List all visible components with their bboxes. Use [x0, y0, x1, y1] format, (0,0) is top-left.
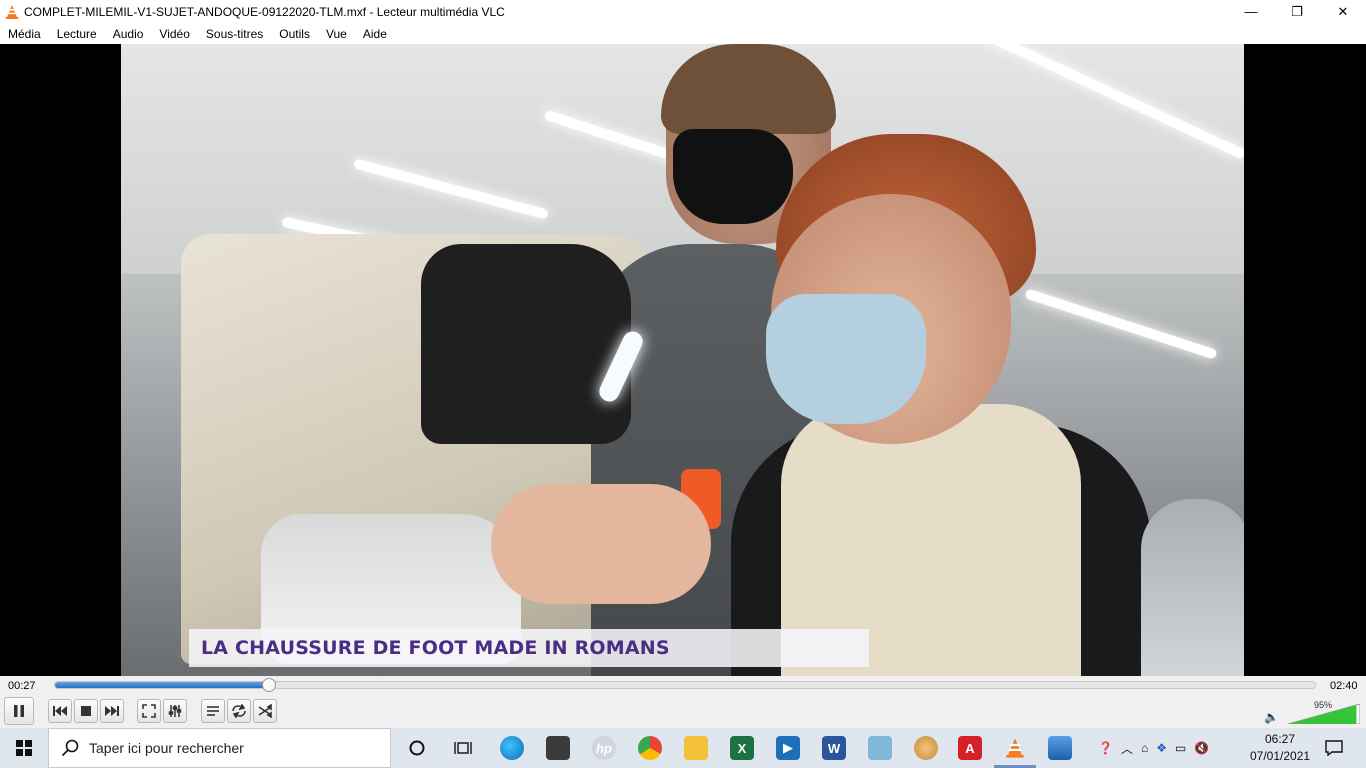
vlc-cone-icon [5, 4, 19, 19]
vlc-cone-icon [1006, 738, 1024, 758]
acrobat-icon[interactable]: A [958, 736, 982, 760]
file-explorer-icon[interactable] [684, 736, 708, 760]
sewing-machine-head [421, 244, 631, 444]
menu-lecture[interactable]: Lecture [49, 27, 105, 41]
dropbox-icon[interactable]: ❖ [1156, 741, 1167, 755]
hands [491, 484, 711, 604]
windows-logo-icon [16, 740, 32, 756]
edge-browser-icon[interactable] [500, 736, 524, 760]
menu-sous-titres[interactable]: Sous-titres [198, 27, 271, 41]
close-button[interactable]: ✕ [1320, 0, 1366, 23]
speaker-icon[interactable]: 🔈 [1264, 710, 1279, 724]
menu-vue[interactable]: Vue [318, 27, 355, 41]
battery-icon[interactable]: ▭ [1175, 741, 1186, 755]
black-mask [673, 129, 793, 224]
stop-button[interactable] [74, 699, 98, 723]
volume-slider[interactable] [1288, 704, 1360, 724]
help-icon[interactable]: ❓ [1098, 741, 1113, 755]
surgical-mask [766, 294, 926, 424]
notifications-button[interactable] [1322, 736, 1346, 760]
app-icon[interactable] [868, 736, 892, 760]
fullscreen-icon [142, 704, 156, 718]
excel-icon[interactable]: X [730, 736, 754, 760]
shuffle-icon [258, 704, 272, 718]
maximize-button[interactable]: ❐ [1274, 0, 1320, 23]
clock-time: 06:27 [1264, 732, 1296, 746]
seek-handle[interactable] [262, 678, 277, 692]
fullscreen-button[interactable] [137, 699, 161, 723]
player-controls: 00:27 02:40 🔈 95% [0, 676, 1366, 728]
taskbar-search-box[interactable]: Taper ici pour rechercher [48, 728, 391, 768]
video-frame[interactable] [121, 44, 1244, 676]
pause-button[interactable] [4, 697, 34, 725]
window-titlebar: COMPLET-MILEMIL-V1-SUJET-ANDOQUE-0912202… [0, 0, 1366, 23]
menu-video[interactable]: Vidéo [151, 27, 197, 41]
clock-date: 07/01/2021 [1250, 749, 1311, 763]
seek-bar[interactable] [54, 678, 1316, 692]
cortana-circle-icon [409, 740, 425, 756]
meet-now-icon[interactable]: ⌂ [1141, 741, 1148, 755]
next-icon [105, 706, 119, 716]
volume-control[interactable]: 🔈 95% [1262, 700, 1362, 726]
notification-icon [1325, 740, 1343, 756]
playlist-icon [207, 706, 219, 716]
task-view-icon [454, 742, 472, 754]
extended-settings-button[interactable] [163, 699, 187, 723]
elapsed-time[interactable]: 00:27 [8, 680, 36, 692]
start-button[interactable] [0, 728, 48, 768]
system-tray: ❓ ︿ ⌂ ❖ ▭ 🔇 [1098, 728, 1209, 768]
previous-icon [53, 706, 67, 716]
search-icon [61, 739, 79, 757]
chevron-up-icon[interactable]: ︿ [1121, 740, 1133, 757]
hp-icon[interactable]: hp [592, 736, 616, 760]
taskbar-clock[interactable]: 06:27 07/01/2021 [1250, 731, 1310, 765]
media-player-icon[interactable]: ▶ [776, 736, 800, 760]
ceiling-light [1024, 288, 1218, 360]
stop-icon [81, 706, 91, 716]
search-placeholder: Taper ici pour rechercher [89, 740, 244, 756]
vlc-taskbar-icon[interactable] [1003, 736, 1027, 760]
previous-button[interactable] [48, 699, 72, 723]
shuffle-button[interactable] [253, 699, 277, 723]
menu-audio[interactable]: Audio [105, 27, 152, 41]
task-view-button[interactable] [451, 736, 475, 760]
loop-icon [232, 704, 246, 718]
next-button[interactable] [100, 699, 124, 723]
store-icon[interactable] [546, 736, 570, 760]
photos-icon[interactable] [1048, 736, 1072, 760]
seek-progress [55, 682, 270, 688]
windows-taskbar: Taper ici pour rechercher hp X ▶ W A ❓ ︿… [0, 728, 1366, 768]
menu-bar: Média Lecture Audio Vidéo Sous-titres Ou… [0, 23, 1366, 44]
caption-text: LA CHAUSSURE DE FOOT MADE IN ROMANS [201, 637, 670, 659]
video-caption: LA CHAUSSURE DE FOOT MADE IN ROMANS [189, 629, 869, 667]
menu-outils[interactable]: Outils [271, 27, 318, 41]
loop-button[interactable] [227, 699, 251, 723]
chrome-icon[interactable] [638, 736, 662, 760]
pause-icon [14, 705, 24, 717]
minimize-button[interactable]: — [1228, 0, 1274, 23]
window-title: COMPLET-MILEMIL-V1-SUJET-ANDOQUE-0912202… [24, 4, 505, 19]
extended-settings-icon [168, 705, 182, 717]
total-time[interactable]: 02:40 [1330, 680, 1358, 692]
speaker-muted-icon[interactable]: 🔇 [1194, 741, 1209, 755]
menu-media[interactable]: Média [0, 27, 49, 41]
background-worker [1141, 499, 1244, 676]
menu-aide[interactable]: Aide [355, 27, 395, 41]
playlist-button[interactable] [201, 699, 225, 723]
video-area[interactable]: LA CHAUSSURE DE FOOT MADE IN ROMANS [0, 44, 1366, 676]
word-icon[interactable]: W [822, 736, 846, 760]
paint-icon[interactable] [914, 736, 938, 760]
cortana-button[interactable] [405, 736, 429, 760]
